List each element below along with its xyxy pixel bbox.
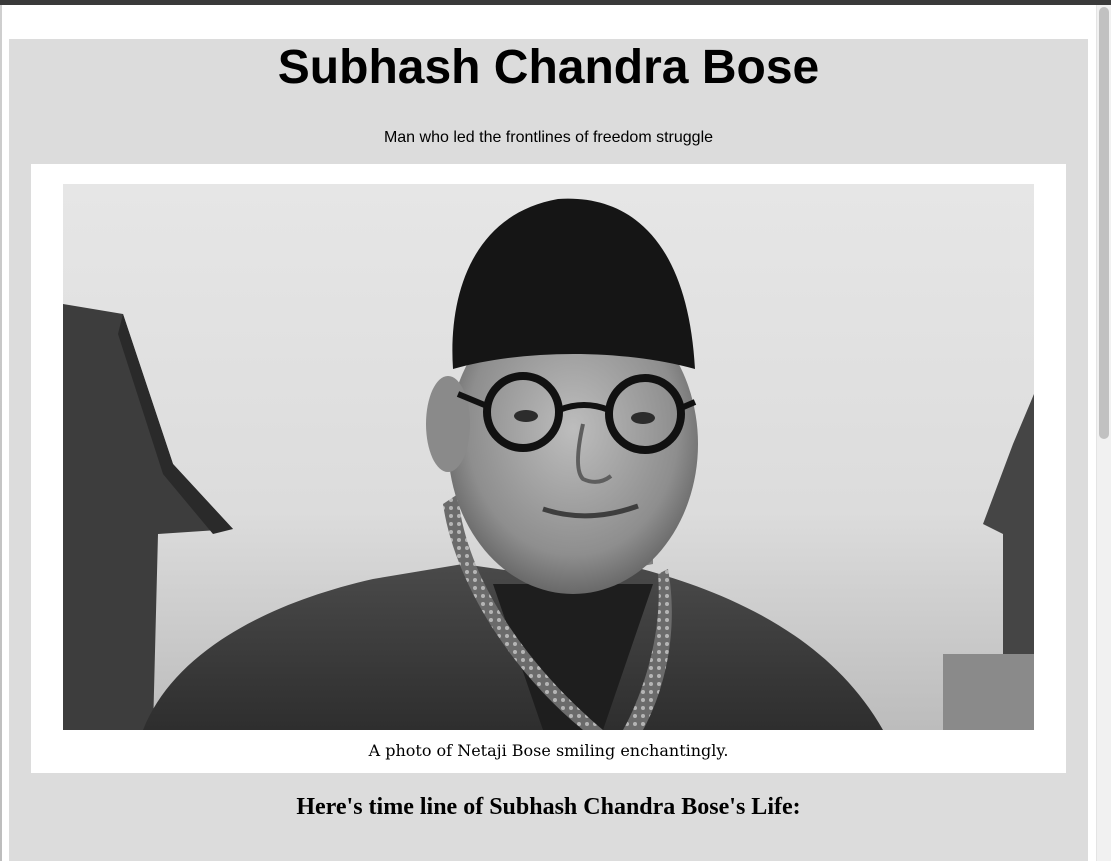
- browser-top-bar: [0, 0, 1111, 5]
- page-title: Subhash Chandra Bose: [277, 41, 820, 94]
- page-tagline: Man who led the frontlines of freedom st…: [383, 129, 714, 146]
- portrait-photo: [63, 184, 1034, 730]
- vertical-scrollbar[interactable]: [1096, 5, 1111, 861]
- image-figure: A photo of Netaji Bose smiling enchantin…: [31, 164, 1066, 773]
- timeline-heading: Here's time line of Subhash Chandra Bose…: [296, 794, 801, 820]
- photo-caption: A photo of Netaji Bose smiling enchantin…: [368, 741, 729, 760]
- scrollbar-thumb[interactable]: [1099, 7, 1109, 439]
- window-left-edge: [0, 5, 2, 861]
- main-content: Subhash Chandra Bose Man who led the fro…: [9, 39, 1088, 861]
